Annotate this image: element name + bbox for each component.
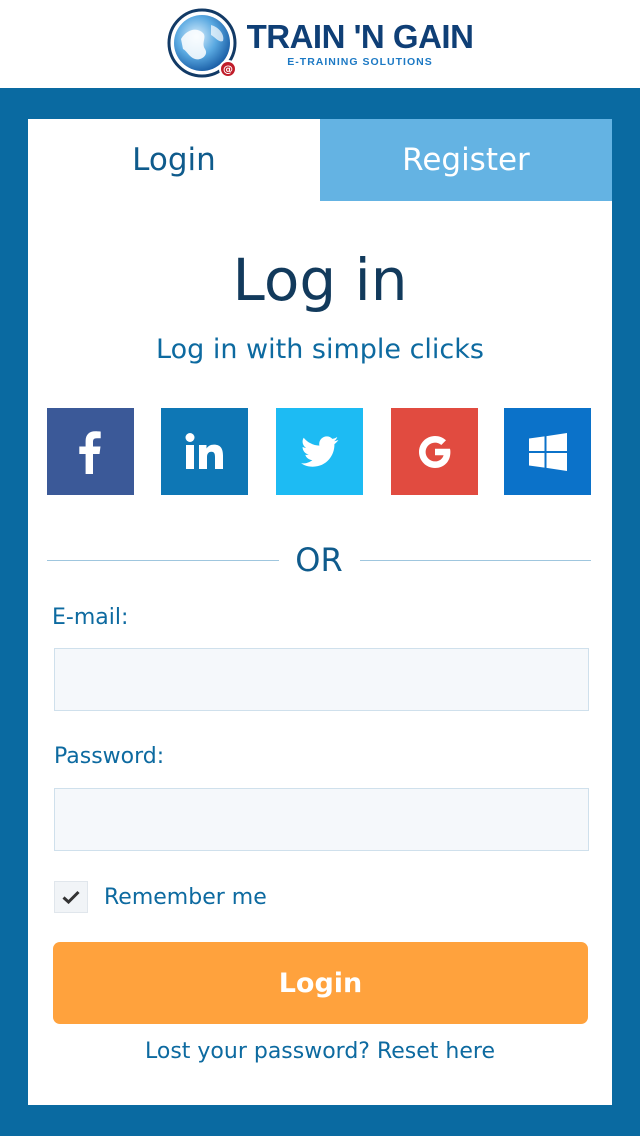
google-login-button[interactable] <box>391 408 478 495</box>
remember-me-toggle[interactable]: Remember me <box>54 881 267 913</box>
svg-text:@: @ <box>223 65 233 76</box>
remember-me-checkbox[interactable] <box>54 881 88 913</box>
password-label: Password: <box>54 744 165 769</box>
app-header: @ TRAIN 'N GAIN E-TRAINING SOLUTIONS <box>0 0 640 88</box>
brand-logo[interactable]: @ TRAIN 'N GAIN E-TRAINING SOLUTIONS <box>167 7 474 81</box>
page-subtitle: Log in with simple clicks <box>156 334 484 365</box>
facebook-icon <box>78 430 101 474</box>
windows-icon <box>528 432 567 471</box>
password-field[interactable] <box>54 788 589 851</box>
or-divider: OR <box>47 540 591 580</box>
email-label: E-mail: <box>52 605 129 630</box>
login-card: Login Register Log in Log in with simple… <box>28 119 612 1105</box>
windows-login-button[interactable] <box>504 408 591 495</box>
brand-subtitle: E-TRAINING SOLUTIONS <box>287 56 433 68</box>
page-title: Log in <box>232 246 408 314</box>
tab-bar: Login Register <box>28 119 612 201</box>
brand-title: TRAIN 'N GAIN <box>246 18 474 55</box>
linkedin-icon <box>185 432 223 469</box>
twitter-icon <box>300 435 338 467</box>
social-login-group <box>47 408 591 495</box>
globe-at-icon: @ <box>167 8 237 78</box>
remember-me-label: Remember me <box>104 884 267 910</box>
linkedin-login-button[interactable] <box>161 408 248 495</box>
reset-password-link[interactable]: Lost your password? Reset here <box>28 1037 612 1067</box>
facebook-login-button[interactable] <box>47 408 134 495</box>
or-label: OR <box>295 541 343 579</box>
login-button[interactable]: Login <box>53 942 588 1024</box>
twitter-login-button[interactable] <box>276 408 363 495</box>
google-icon <box>418 435 450 468</box>
email-field[interactable] <box>54 648 589 711</box>
main-frame: Login Register Log in Log in with simple… <box>0 88 640 1136</box>
check-icon <box>62 890 80 904</box>
tab-register[interactable]: Register <box>320 119 612 201</box>
brand-text: TRAIN 'N GAIN E-TRAINING SOLUTIONS <box>246 18 474 69</box>
tab-login[interactable]: Login <box>28 119 320 201</box>
